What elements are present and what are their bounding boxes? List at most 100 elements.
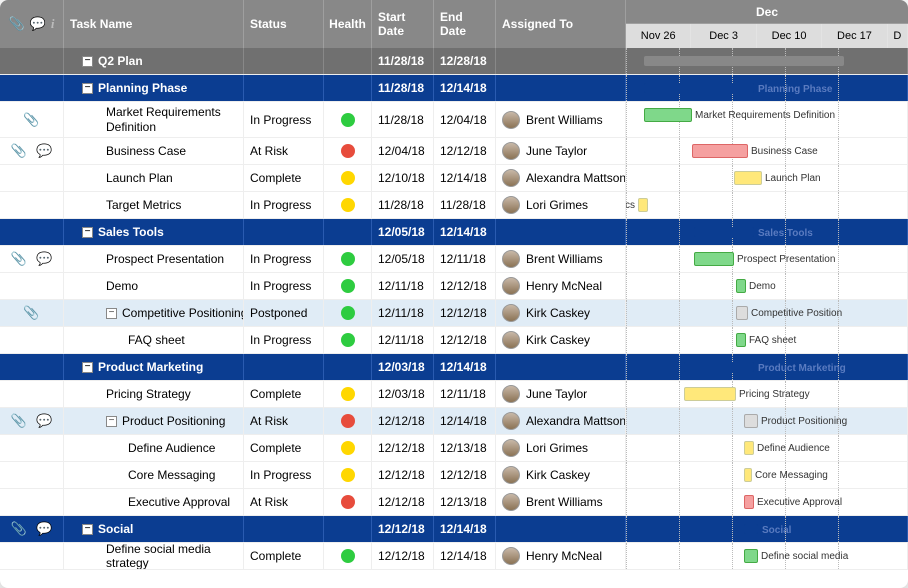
attachment-icon[interactable]: 📎 <box>23 112 39 128</box>
gantt-cell[interactable]: Define social media <box>626 543 908 569</box>
task-row[interactable]: DemoIn Progress12/11/1812/12/18Henry McN… <box>0 273 908 300</box>
health-cell[interactable] <box>324 354 372 380</box>
health-cell[interactable] <box>324 102 372 137</box>
task-row[interactable]: 📎💬Business CaseAt Risk12/04/1812/12/18Ju… <box>0 138 908 165</box>
health-cell[interactable] <box>324 75 372 101</box>
status-cell[interactable]: Complete <box>244 543 324 569</box>
assigned-cell[interactable]: Kirk Caskey <box>496 462 626 488</box>
header-health[interactable]: Health <box>324 0 372 48</box>
task-name-cell[interactable]: −Product Marketing <box>64 354 244 380</box>
assigned-cell[interactable]: June Taylor <box>496 381 626 407</box>
task-row[interactable]: Target Metrics In Progress 11/28/1811/28/1… <box>0 192 908 219</box>
end-date-cell[interactable]: 12/04/18 <box>434 102 496 137</box>
start-date-cell[interactable]: 12/05/18 <box>372 219 434 245</box>
task-name-cell[interactable]: Business Case <box>64 138 244 164</box>
start-date-cell[interactable]: 12/10/18 <box>372 165 434 191</box>
end-date-cell[interactable]: 12/14/18 <box>434 165 496 191</box>
status-cell[interactable]: In Progress <box>244 327 324 353</box>
status-cell[interactable]: In Progress <box>244 102 324 137</box>
attachment-icon[interactable]: 📎 <box>11 251 27 267</box>
attachment-icon[interactable]: 📎 <box>11 413 27 429</box>
health-cell[interactable] <box>324 192 372 218</box>
collapse-toggle[interactable]: − <box>82 56 93 67</box>
status-cell[interactable]: Postponed <box>244 300 324 326</box>
task-row[interactable]: Define AudienceComplete12/12/1812/13/18L… <box>0 435 908 462</box>
task-row[interactable]: 📎 Market Requirements Definition In Progre… <box>0 102 908 138</box>
task-row[interactable]: 📎💬Prospect PresentationIn Progress12/05/… <box>0 246 908 273</box>
task-name-cell[interactable]: Define Audience <box>64 435 244 461</box>
gantt-cell[interactable]: Social <box>626 516 908 542</box>
assigned-cell[interactable]: Henry McNeal <box>496 543 626 569</box>
task-row[interactable]: 📎💬−Product PositioningAt Risk12/12/1812/… <box>0 408 908 435</box>
gantt-bar[interactable]: Business Case <box>692 144 748 158</box>
gantt-bar[interactable]: Launch Plan <box>734 171 762 185</box>
timeline-week[interactable]: Dec 3 <box>691 24 756 48</box>
header-end-date[interactable]: End Date <box>434 0 496 48</box>
gantt-bar[interactable]: Planning Phase <box>644 83 754 93</box>
start-date-cell[interactable]: 12/05/18 <box>372 246 434 272</box>
health-cell[interactable] <box>324 462 372 488</box>
gantt-cell[interactable]: Product Positioning <box>626 408 908 434</box>
gantt-cell[interactable]: Target Metrics <box>626 192 908 218</box>
comment-icon[interactable]: 💬 <box>36 521 52 537</box>
gantt-bar[interactable]: Core Messaging <box>744 468 752 482</box>
assigned-cell[interactable]: Brent Williams <box>496 489 626 515</box>
end-date-cell[interactable]: 12/14/18 <box>434 219 496 245</box>
attachment-icon[interactable]: 📎 <box>11 143 27 159</box>
start-date-cell[interactable]: 12/12/18 <box>372 516 434 542</box>
comment-icon[interactable]: 💬 <box>36 143 52 159</box>
assigned-cell[interactable]: Kirk Caskey <box>496 300 626 326</box>
health-cell[interactable] <box>324 408 372 434</box>
task-row[interactable]: −Planning Phase11/28/1812/14/18Planning … <box>0 75 908 102</box>
status-cell[interactable]: At Risk <box>244 138 324 164</box>
status-cell[interactable] <box>244 48 324 74</box>
gantt-bar[interactable] <box>644 56 844 66</box>
gantt-cell[interactable]: Core Messaging <box>626 462 908 488</box>
status-cell[interactable]: In Progress <box>244 462 324 488</box>
task-name-cell[interactable]: −Sales Tools <box>64 219 244 245</box>
start-date-cell[interactable]: 11/28/18 <box>372 192 434 218</box>
end-date-cell[interactable]: 12/13/18 <box>434 435 496 461</box>
timeline-week[interactable]: Dec 17 <box>822 24 887 48</box>
collapse-toggle[interactable]: − <box>82 83 93 94</box>
task-row[interactable]: −Q2 Plan11/28/1812/28/18 <box>0 48 908 75</box>
health-cell[interactable] <box>324 300 372 326</box>
status-cell[interactable]: In Progress <box>244 192 324 218</box>
task-name-cell[interactable]: Launch Plan <box>64 165 244 191</box>
task-name-cell[interactable]: −Planning Phase <box>64 75 244 101</box>
end-date-cell[interactable]: 12/14/18 <box>434 543 496 569</box>
start-date-cell[interactable]: 12/03/18 <box>372 354 434 380</box>
assigned-cell[interactable] <box>496 219 626 245</box>
status-cell[interactable] <box>244 354 324 380</box>
task-row[interactable]: Define social media strategyComplete12/1… <box>0 543 908 570</box>
collapse-toggle[interactable]: − <box>106 416 117 427</box>
end-date-cell[interactable]: 12/12/18 <box>434 138 496 164</box>
health-cell[interactable] <box>324 273 372 299</box>
assigned-cell[interactable]: Alexandra Mattson <box>496 165 626 191</box>
start-date-cell[interactable]: 12/04/18 <box>372 138 434 164</box>
status-cell[interactable] <box>244 516 324 542</box>
task-name-cell[interactable]: Pricing Strategy <box>64 381 244 407</box>
task-name-cell[interactable]: Demo <box>64 273 244 299</box>
end-date-cell[interactable]: 11/28/18 <box>434 192 496 218</box>
assigned-cell[interactable] <box>496 516 626 542</box>
task-name-cell[interactable]: −Competitive Positioning <box>64 300 244 326</box>
start-date-cell[interactable]: 12/12/18 <box>372 435 434 461</box>
gantt-cell[interactable]: Pricing Strategy <box>626 381 908 407</box>
task-name-cell[interactable]: Executive Approval <box>64 489 244 515</box>
gantt-cell[interactable]: Demo <box>626 273 908 299</box>
start-date-cell[interactable]: 12/12/18 <box>372 489 434 515</box>
gantt-cell[interactable]: Business Case <box>626 138 908 164</box>
assigned-cell[interactable] <box>496 354 626 380</box>
gantt-bar[interactable]: Market Requirements Definition <box>644 108 692 122</box>
end-date-cell[interactable]: 12/14/18 <box>434 354 496 380</box>
collapse-toggle[interactable]: − <box>82 227 93 238</box>
health-cell[interactable] <box>324 489 372 515</box>
timeline-week[interactable]: Nov 26 <box>626 24 691 48</box>
gantt-bar[interactable]: Product Positioning <box>744 414 758 428</box>
comment-icon[interactable]: 💬 <box>36 251 52 267</box>
assigned-cell[interactable]: Henry McNeal <box>496 273 626 299</box>
gantt-bar[interactable]: Social <box>744 524 758 534</box>
status-cell[interactable]: In Progress <box>244 273 324 299</box>
task-name-cell[interactable]: −Q2 Plan <box>64 48 244 74</box>
